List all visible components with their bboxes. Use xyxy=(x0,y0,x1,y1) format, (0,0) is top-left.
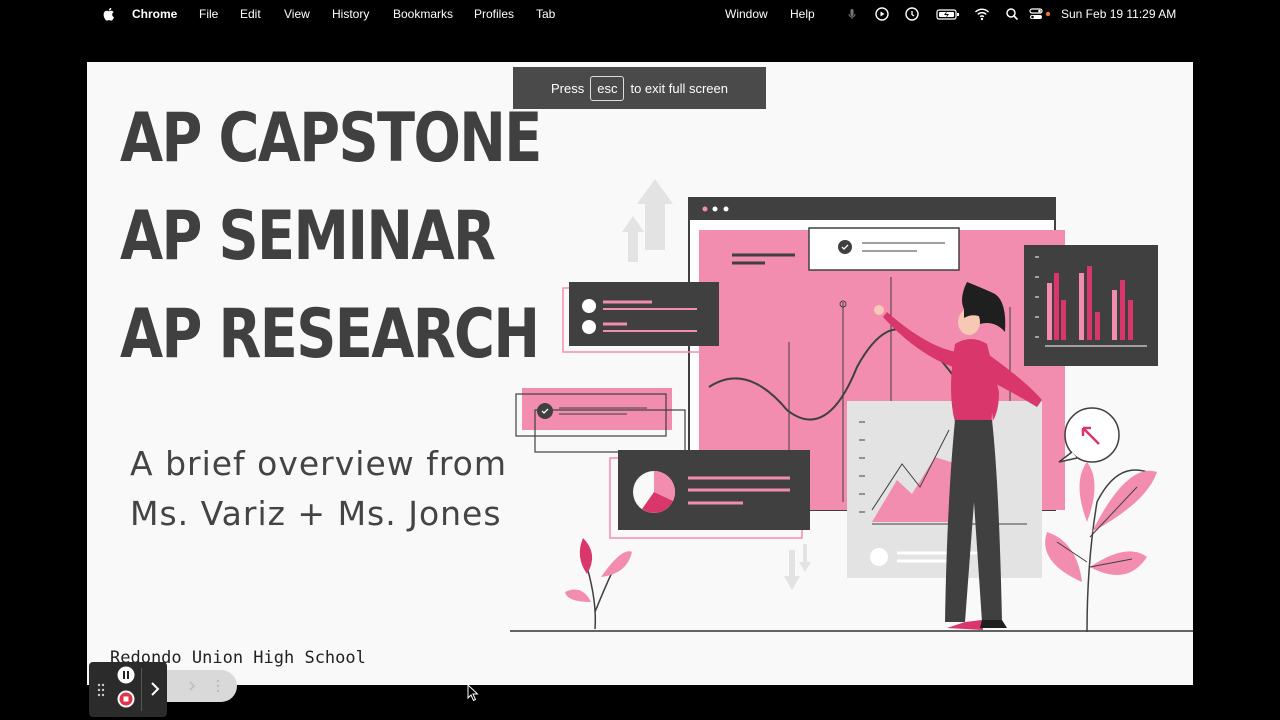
banner-prefix: Press xyxy=(550,80,585,96)
stop-icon[interactable] xyxy=(117,690,135,708)
fullscreen-exit-banner: Press esc to exit full screen xyxy=(513,67,766,109)
recorder-divider xyxy=(141,668,142,711)
menu-help[interactable]: Help xyxy=(790,7,815,21)
drag-handle-icon[interactable] xyxy=(97,683,105,697)
menu-file[interactable]: File xyxy=(199,7,218,21)
plant-left xyxy=(565,538,632,630)
recorder-toolbar-shadow xyxy=(167,670,237,702)
menu-history[interactable]: History xyxy=(332,7,369,21)
presentation-slide: AP CAPSTONE AP SEMINAR AP RESEARCH A bri… xyxy=(87,62,1193,685)
time-machine-icon[interactable] xyxy=(904,6,920,22)
recording-indicator-icon xyxy=(1045,11,1051,17)
esc-key: esc xyxy=(590,75,625,101)
apple-icon[interactable] xyxy=(101,6,117,22)
pause-icon[interactable] xyxy=(117,666,135,684)
menu-window[interactable]: Window xyxy=(725,7,768,21)
menu-view[interactable]: View xyxy=(284,7,310,21)
chevron-right-icon xyxy=(189,681,196,691)
presentation-illustration xyxy=(510,179,1193,633)
menu-bar: Chrome File Edit View History Bookmarks … xyxy=(0,0,1280,28)
play-circle-icon[interactable] xyxy=(874,6,890,22)
screen-recorder-widget xyxy=(89,662,167,717)
chevron-right-icon[interactable] xyxy=(149,681,161,697)
menu-app-chrome[interactable]: Chrome xyxy=(132,7,177,21)
wifi-icon[interactable] xyxy=(974,6,990,22)
menu-tab[interactable]: Tab xyxy=(536,7,555,21)
down-arrow-icon xyxy=(784,544,811,590)
menu-edit[interactable]: Edit xyxy=(240,7,261,21)
mouse-cursor-icon xyxy=(467,684,479,702)
up-arrow-icon xyxy=(622,179,673,262)
menu-bookmarks[interactable]: Bookmarks xyxy=(393,7,453,21)
banner-suffix: to exit full screen xyxy=(630,80,728,96)
search-icon[interactable] xyxy=(1004,6,1020,22)
menu-profiles[interactable]: Profiles xyxy=(474,7,514,21)
more-vertical-icon xyxy=(216,679,220,693)
control-center-icon[interactable] xyxy=(1028,6,1044,22)
microphone-icon[interactable] xyxy=(844,6,860,22)
battery-icon[interactable] xyxy=(936,6,960,22)
menu-clock[interactable]: Sun Feb 19 11:29 AM xyxy=(1061,7,1176,21)
